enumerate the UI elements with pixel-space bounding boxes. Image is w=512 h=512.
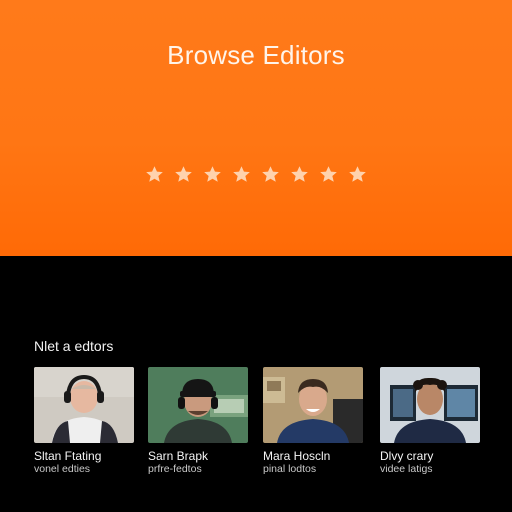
editor-name: Sltan Ftating [34, 449, 102, 463]
editor-thumbnail[interactable] [263, 367, 363, 443]
editor-name: Dlvy crary [380, 449, 434, 463]
star-icon [289, 164, 310, 185]
star-icon [318, 164, 339, 185]
editor-role: pinal lodtos [263, 463, 317, 475]
editors-section: Nlet a edtors Sltan Ftating vonel edties… [0, 256, 512, 512]
editor-role: prfre-fedtos [148, 463, 202, 475]
editor-card[interactable]: Mara Hoscln pinal lodtos [263, 367, 363, 475]
star-icon [173, 164, 194, 185]
star-icon [144, 164, 165, 185]
star-icon [202, 164, 223, 185]
star-icon [347, 164, 368, 185]
editor-thumbnail[interactable] [380, 367, 480, 443]
editor-name: Sarn Brapk [148, 449, 209, 463]
page-title: Browse Editors [167, 40, 345, 70]
editor-thumbnail[interactable] [148, 367, 248, 443]
editor-thumbnail[interactable] [34, 367, 134, 443]
star-icon [260, 164, 281, 185]
rating-stars [0, 164, 512, 185]
editor-card[interactable]: Sltan Ftating vonel edties [34, 367, 134, 475]
hero-banner: Browse Editors [0, 0, 512, 256]
editor-card[interactable]: Sarn Brapk prfre-fedtos [148, 367, 248, 475]
editor-role: vonel edties [34, 463, 91, 475]
section-heading: Nlet a edtors [34, 338, 114, 354]
editor-list: Sltan Ftating vonel edties Sarn Brapk pr… [34, 367, 480, 487]
editor-role: videe latigs [380, 463, 433, 475]
editor-card[interactable]: Dlvy crary videe latigs [380, 367, 480, 475]
star-icon [231, 164, 252, 185]
editor-name: Mara Hoscln [263, 449, 331, 463]
